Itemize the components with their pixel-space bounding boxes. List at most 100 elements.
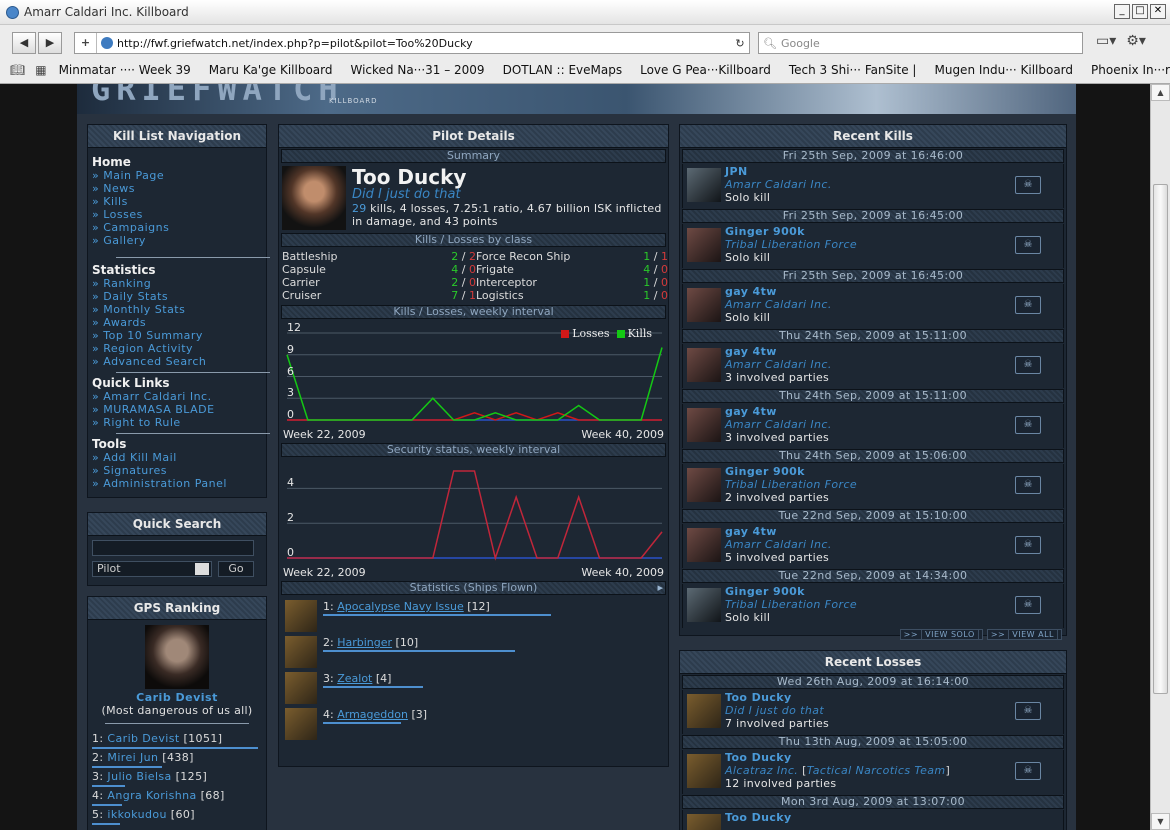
victim-name[interactable]: gay 4tw — [725, 285, 777, 298]
loss-row[interactable]: Too Ducky — [682, 810, 1064, 830]
bookmark-item[interactable]: Mugen Indu··· Killboard — [934, 63, 1073, 77]
victim-name[interactable]: gay 4tw — [725, 345, 777, 358]
nav-link-admin[interactable]: Administration Panel — [92, 477, 262, 490]
book-icon[interactable]: 📖︎ — [10, 63, 25, 77]
nav-link-add-kill-mail[interactable]: Add Kill Mail — [92, 451, 262, 464]
top-pilot-portrait[interactable] — [145, 625, 209, 689]
victim-corp[interactable]: Did I just do that — [725, 704, 824, 717]
victim-corp[interactable]: Tribal Liberation Force — [725, 478, 857, 491]
kill-row[interactable]: gay 4tw Amarr Caldari Inc. Solo kill ☠ — [682, 284, 1064, 328]
nav-link-right-to-rule[interactable]: Right to Rule — [92, 416, 262, 429]
ship-thumbnail[interactable] — [285, 708, 317, 740]
search-input[interactable]: 🔍︎ Google — [758, 32, 1083, 54]
view-solo-button[interactable]: >> VIEW SOLO — [899, 629, 983, 640]
nav-link-news[interactable]: News — [92, 182, 262, 195]
nav-link-region-activity[interactable]: Region Activity — [92, 342, 262, 355]
victim-name[interactable]: JPN — [725, 165, 748, 178]
ship-name[interactable]: Armageddon — [337, 708, 408, 721]
victim-corp[interactable]: Amarr Caldari Inc. — [725, 298, 832, 311]
expand-arrow-icon[interactable]: ▸ — [657, 582, 663, 594]
victim-corp[interactable]: Tribal Liberation Force — [725, 598, 857, 611]
nav-link-awards[interactable]: Awards — [92, 316, 262, 329]
victim-corp[interactable]: Amarr Caldari Inc. — [725, 418, 832, 431]
victim-name[interactable]: Too Ducky — [725, 751, 792, 764]
grid-icon[interactable]: ▦ — [35, 63, 46, 77]
minimize-icon[interactable]: _ — [1114, 4, 1130, 19]
victim-corp[interactable]: Amarr Caldari Inc. — [725, 358, 832, 371]
gps-name[interactable]: Angra Korishna — [107, 789, 196, 802]
loss-row[interactable]: Too Ducky Alcatraz Inc. [Tactical Narcoti… — [682, 750, 1064, 794]
close-icon[interactable]: ✕ — [1150, 4, 1166, 19]
scrollbar-thumb[interactable] — [1153, 184, 1168, 694]
bookmark-item[interactable]: Minmatar ···· Week 39 — [59, 63, 191, 77]
nav-link-losses[interactable]: Losses — [92, 208, 262, 221]
victim-name[interactable]: Ginger 900k — [725, 225, 805, 238]
kill-row[interactable]: Ginger 900k Tribal Liberation Force 2 invo… — [682, 464, 1064, 508]
victim-name[interactable]: Ginger 900k — [725, 465, 805, 478]
mail-icon[interactable]: ☠ — [1015, 416, 1041, 434]
kill-row[interactable]: JPN Amarr Caldari Inc. Solo kill ☠ — [682, 164, 1064, 208]
kill-row[interactable]: Ginger 900k Tribal Liberation Force Solo k… — [682, 584, 1064, 628]
victim-corp[interactable]: Amarr Caldari Inc. — [725, 538, 832, 551]
add-bookmark-icon[interactable]: + — [75, 33, 97, 53]
forward-button[interactable]: ▶ — [38, 32, 62, 54]
scroll-down-icon[interactable]: ▼ — [1151, 813, 1170, 830]
nav-link-kills[interactable]: Kills — [92, 195, 262, 208]
loss-row[interactable]: Too Ducky Did I just do that 7 involved pa… — [682, 690, 1064, 734]
nav-link-advanced-search[interactable]: Advanced Search — [92, 355, 262, 368]
nav-link-campaigns[interactable]: Campaigns — [92, 221, 262, 234]
nav-link-amarr-caldari[interactable]: Amarr Caldari Inc. — [92, 390, 262, 403]
ship-name[interactable]: Harbinger — [337, 636, 392, 649]
gps-name[interactable]: ikkokudou — [107, 808, 166, 821]
back-button[interactable]: ◀ — [12, 32, 36, 54]
victim-name[interactable]: gay 4tw — [725, 405, 777, 418]
quick-search-input[interactable] — [92, 540, 254, 556]
mail-icon[interactable]: ☠ — [1015, 702, 1041, 720]
mail-icon[interactable]: ☠ — [1015, 536, 1041, 554]
ship-name[interactable]: Apocalypse Navy Issue — [337, 600, 464, 613]
mail-icon[interactable]: ☠ — [1015, 596, 1041, 614]
victim-name[interactable]: Too Ducky — [725, 691, 792, 704]
url-text[interactable]: http://fwf.griefwatch.net/index.php?p=pi… — [117, 37, 731, 50]
search-type-select[interactable]: Pilot — [92, 561, 212, 577]
kill-row[interactable]: gay 4tw Amarr Caldari Inc. 3 involved part… — [682, 344, 1064, 388]
nav-link-gallery[interactable]: Gallery — [92, 234, 262, 247]
victim-name[interactable]: gay 4tw — [725, 525, 777, 538]
mail-icon[interactable]: ☠ — [1015, 356, 1041, 374]
victim-name[interactable]: Too Ducky — [725, 811, 792, 824]
kill-row[interactable]: Ginger 900k Tribal Liberation Force Solo k… — [682, 224, 1064, 268]
victim-alliance[interactable]: Tactical Narcotics Team — [807, 764, 946, 777]
kill-row[interactable]: gay 4tw Amarr Caldari Inc. 3 involved part… — [682, 404, 1064, 448]
gear-icon[interactable]: ⚙▾ — [1126, 33, 1146, 49]
page-scrollbar[interactable]: ▲ ▼ — [1150, 84, 1170, 830]
view-all-button[interactable]: >> VIEW ALL — [986, 629, 1062, 640]
ship-name[interactable]: Zealot — [337, 672, 372, 685]
victim-corp[interactable]: Alcatraz Inc. — [725, 764, 798, 777]
gps-name[interactable]: Carib Devist — [107, 732, 179, 745]
pilot-tagline[interactable]: Did I just do that — [352, 188, 665, 202]
ship-thumbnail[interactable] — [285, 636, 317, 668]
nav-link-daily-stats[interactable]: Daily Stats — [92, 290, 262, 303]
nav-link-signatures[interactable]: Signatures — [92, 464, 262, 477]
gps-name[interactable]: Mirei Jun — [107, 751, 158, 764]
victim-corp[interactable]: Tribal Liberation Force — [725, 238, 857, 251]
top-pilot-name[interactable]: Carib Devist — [88, 691, 266, 704]
ship-thumbnail[interactable] — [285, 672, 317, 704]
nav-link-ranking[interactable]: Ranking — [92, 277, 262, 290]
mail-icon[interactable]: ☠ — [1015, 236, 1041, 254]
mail-icon[interactable]: ☠ — [1015, 476, 1041, 494]
ship-thumbnail[interactable] — [285, 600, 317, 632]
maximize-icon[interactable]: □ — [1132, 4, 1148, 19]
nav-link-monthly-stats[interactable]: Monthly Stats — [92, 303, 262, 316]
gps-name[interactable]: Julio Bielsa — [107, 770, 171, 783]
address-bar[interactable]: + http://fwf.griefwatch.net/index.php?p=… — [74, 32, 750, 54]
nav-link-main-page[interactable]: Main Page — [92, 169, 262, 182]
go-button[interactable]: Go — [218, 561, 254, 577]
nav-link-top10[interactable]: Top 10 Summary — [92, 329, 262, 342]
victim-corp[interactable]: Amarr Caldari Inc. — [725, 178, 832, 191]
bookmark-item[interactable]: Maru Ka'ge Killboard — [209, 63, 333, 77]
victim-name[interactable]: Ginger 900k — [725, 585, 805, 598]
page-menu-icon[interactable]: ▭▾ — [1096, 33, 1116, 49]
mail-icon[interactable]: ☠ — [1015, 762, 1041, 780]
bookmark-item[interactable]: Tech 3 Shi··· FanSite | — [789, 63, 917, 77]
